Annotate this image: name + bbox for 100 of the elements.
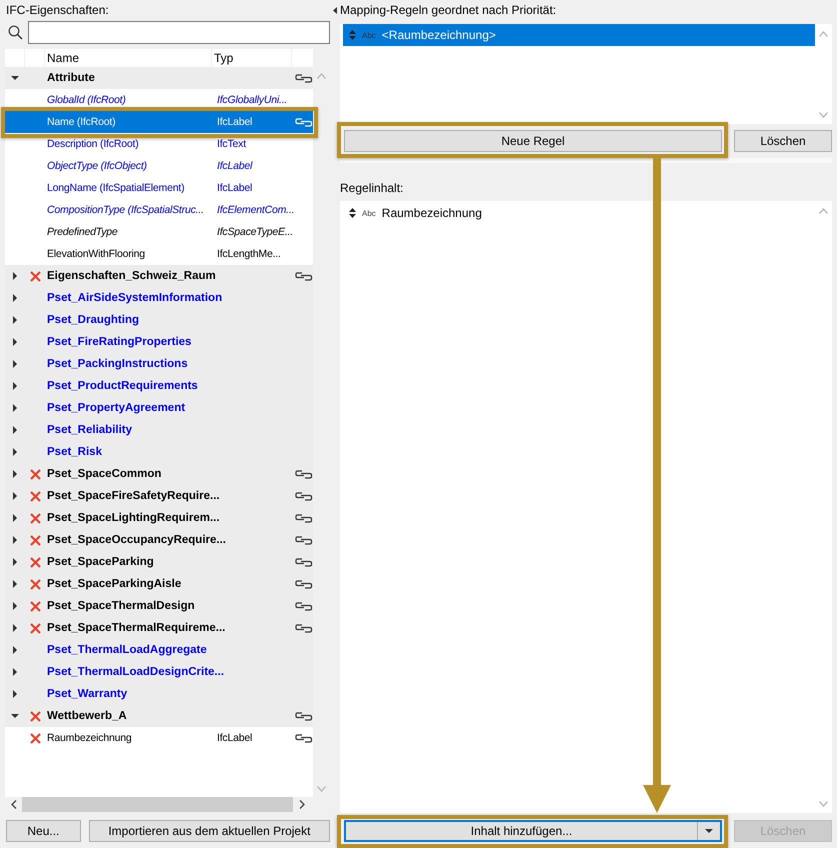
property-set-row[interactable]: Eigenschaften_Schweiz_Raum xyxy=(5,265,313,287)
group-name: Attribute xyxy=(46,72,96,84)
property-type: IfcElementCom... xyxy=(216,204,295,216)
property-set-row[interactable]: Attribute xyxy=(5,67,313,89)
property-set-row[interactable]: Pset_SpaceLightingRequirem... xyxy=(5,507,313,529)
expander-icon[interactable] xyxy=(11,74,19,82)
property-set-row[interactable]: Pset_ProductRequirements xyxy=(5,375,313,397)
new-rule-button[interactable]: Neue Regel xyxy=(344,130,722,152)
expander-icon[interactable] xyxy=(11,514,19,522)
property-set-row[interactable]: Pset_Warranty xyxy=(5,683,313,705)
expander-icon[interactable] xyxy=(11,536,19,544)
property-set-row[interactable]: Pset_FireRatingProperties xyxy=(5,331,313,353)
rule-row[interactable]: Abc <Raumbezeichnung> xyxy=(343,24,815,46)
property-row[interactable]: Description (IfcRoot) IfcText xyxy=(5,133,313,155)
group-name: Wettbewerb_A xyxy=(46,710,128,722)
group-name: Pset_SpaceThermalDesign xyxy=(46,600,196,612)
remove-icon[interactable] xyxy=(30,534,40,546)
expander-icon[interactable] xyxy=(11,316,19,324)
property-set-row[interactable]: Wettbewerb_A xyxy=(5,705,313,727)
expander-icon[interactable] xyxy=(11,624,19,632)
property-set-row[interactable]: Pset_SpaceParking xyxy=(5,551,313,573)
property-set-row[interactable]: Pset_Risk xyxy=(5,441,313,463)
property-set-row[interactable]: Pset_ThermalLoadDesignCrite... xyxy=(5,661,313,683)
expander-icon[interactable] xyxy=(11,668,19,676)
property-set-row[interactable]: Pset_ThermalLoadAggregate xyxy=(5,639,313,661)
expander-icon[interactable] xyxy=(11,646,19,654)
property-row[interactable]: Name (IfcRoot) IfcLabel xyxy=(5,111,313,133)
property-name: CompositionType (IfcSpatialStruc... xyxy=(46,204,205,216)
property-row[interactable]: LongName (IfcSpatialElement) IfcLabel xyxy=(5,177,313,199)
remove-icon[interactable] xyxy=(30,468,40,480)
property-set-row[interactable]: Pset_SpaceThermalDesign xyxy=(5,595,313,617)
expander-icon[interactable] xyxy=(11,580,19,588)
property-row[interactable]: Raumbezeichnung IfcLabel xyxy=(5,727,313,749)
sort-arrows-icon[interactable] xyxy=(349,208,356,218)
scroll-left-icon[interactable] xyxy=(10,800,16,809)
property-type: IfcSpaceTypeE... xyxy=(216,226,294,238)
caret-icon xyxy=(705,829,713,833)
expander-icon[interactable] xyxy=(11,690,19,698)
add-content-dropdown[interactable]: Inhalt hinzufügen... xyxy=(344,820,722,842)
new-button[interactable]: Neu... xyxy=(6,820,81,842)
remove-icon[interactable] xyxy=(30,270,40,282)
expander-icon[interactable] xyxy=(11,382,19,390)
expander-icon[interactable] xyxy=(11,338,19,346)
expander-icon[interactable] xyxy=(11,272,19,280)
group-name: Pset_SpaceCommon xyxy=(46,468,162,480)
group-name: Pset_SpaceLightingRequirem... xyxy=(46,512,221,524)
remove-icon[interactable] xyxy=(30,490,40,502)
expander-icon[interactable] xyxy=(11,470,19,478)
property-name: GlobalId (IfcRoot) xyxy=(46,94,127,106)
remove-icon[interactable] xyxy=(30,600,40,612)
group-name: Pset_SpaceFireSafetyRequire... xyxy=(46,490,221,502)
property-type: IfcLabel xyxy=(216,116,254,128)
property-set-row[interactable]: Pset_SpaceFireSafetyRequire... xyxy=(5,485,313,507)
property-name: Description (IfcRoot) xyxy=(46,138,140,150)
property-row[interactable]: ElevationWithFlooring IfcLengthMe... xyxy=(5,243,313,265)
property-set-row[interactable]: Pset_SpaceParkingAisle xyxy=(5,573,313,595)
expander-icon[interactable] xyxy=(11,492,19,500)
group-name: Pset_ProductRequirements xyxy=(46,380,199,392)
remove-icon[interactable] xyxy=(30,578,40,590)
property-set-row[interactable]: Pset_Reliability xyxy=(5,419,313,441)
group-name: Eigenschaften_Schweiz_Raum xyxy=(46,270,217,282)
remove-icon[interactable] xyxy=(30,732,40,744)
property-set-row[interactable]: Pset_PackingInstructions xyxy=(5,353,313,375)
group-name: Pset_Warranty xyxy=(46,688,128,700)
remove-icon[interactable] xyxy=(30,556,40,568)
expander-icon[interactable] xyxy=(11,294,19,302)
remove-icon[interactable] xyxy=(30,622,40,634)
group-name: Pset_ThermalLoadAggregate xyxy=(46,644,208,656)
property-row[interactable]: CompositionType (IfcSpatialStruc... IfcElementCom... xyxy=(5,199,313,221)
property-set-row[interactable]: Pset_PropertyAgreement xyxy=(5,397,313,419)
expander-icon[interactable] xyxy=(11,404,19,412)
expander-icon[interactable] xyxy=(11,602,19,610)
property-set-row[interactable]: Pset_AirSideSystemInformation xyxy=(5,287,313,309)
group-name: Pset_AirSideSystemInformation xyxy=(46,292,224,304)
property-name: LongName (IfcSpatialElement) xyxy=(46,182,186,194)
property-type: IfcText xyxy=(216,138,248,150)
property-row[interactable]: GlobalId (IfcRoot) IfcGloballyUni... xyxy=(5,89,313,111)
expander-icon[interactable] xyxy=(11,426,19,434)
delete-button[interactable]: Löschen xyxy=(734,130,832,152)
group-name: Pset_SpaceParkingAisle xyxy=(46,578,182,590)
property-name: Raumbezeichnung xyxy=(46,732,133,744)
expander-icon[interactable] xyxy=(11,360,19,368)
expander-icon[interactable] xyxy=(11,448,19,456)
expander-icon[interactable] xyxy=(11,712,19,720)
scroll-right-icon[interactable] xyxy=(298,800,304,809)
collapse-arrow-icon[interactable] xyxy=(333,6,337,14)
content-row[interactable]: Abc Raumbezeichnung xyxy=(343,202,815,224)
expander-icon[interactable] xyxy=(11,558,19,566)
property-set-row[interactable]: Pset_SpaceCommon xyxy=(5,463,313,485)
property-row[interactable]: ObjectType (IfcObject) IfcLabel xyxy=(5,155,313,177)
scrollbar-thumb[interactable] xyxy=(22,797,293,812)
property-type: IfcGloballyUni... xyxy=(216,94,288,106)
property-set-row[interactable]: Pset_SpaceOccupancyRequire... xyxy=(5,529,313,551)
search-field[interactable] xyxy=(28,21,330,44)
property-set-row[interactable]: Pset_Draughting xyxy=(5,309,313,331)
property-set-row[interactable]: Pset_SpaceThermalRequireme... xyxy=(5,617,313,639)
remove-icon[interactable] xyxy=(30,710,40,722)
remove-icon[interactable] xyxy=(30,512,40,524)
import-button[interactable]: Importieren aus dem aktuellen Projekt xyxy=(88,820,330,842)
property-row[interactable]: PredefinedType IfcSpaceTypeE... xyxy=(5,221,313,243)
